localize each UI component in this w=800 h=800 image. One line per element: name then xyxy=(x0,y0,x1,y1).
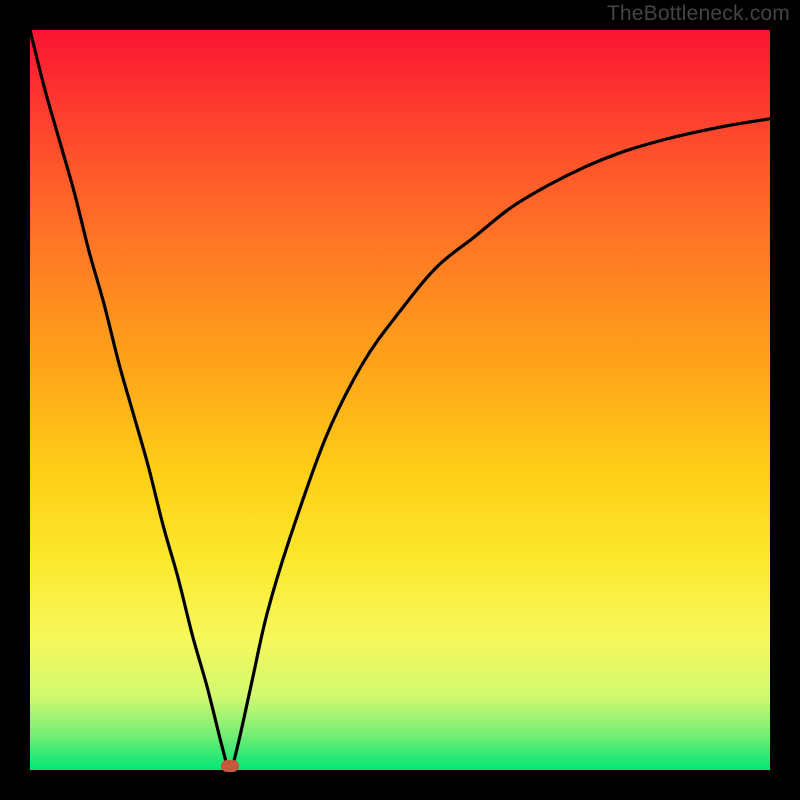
plot-area xyxy=(30,30,770,770)
watermark-text: TheBottleneck.com xyxy=(607,2,790,26)
chart-frame: TheBottleneck.com xyxy=(0,0,800,800)
minimum-marker xyxy=(221,760,239,772)
bottleneck-curve xyxy=(30,30,770,770)
